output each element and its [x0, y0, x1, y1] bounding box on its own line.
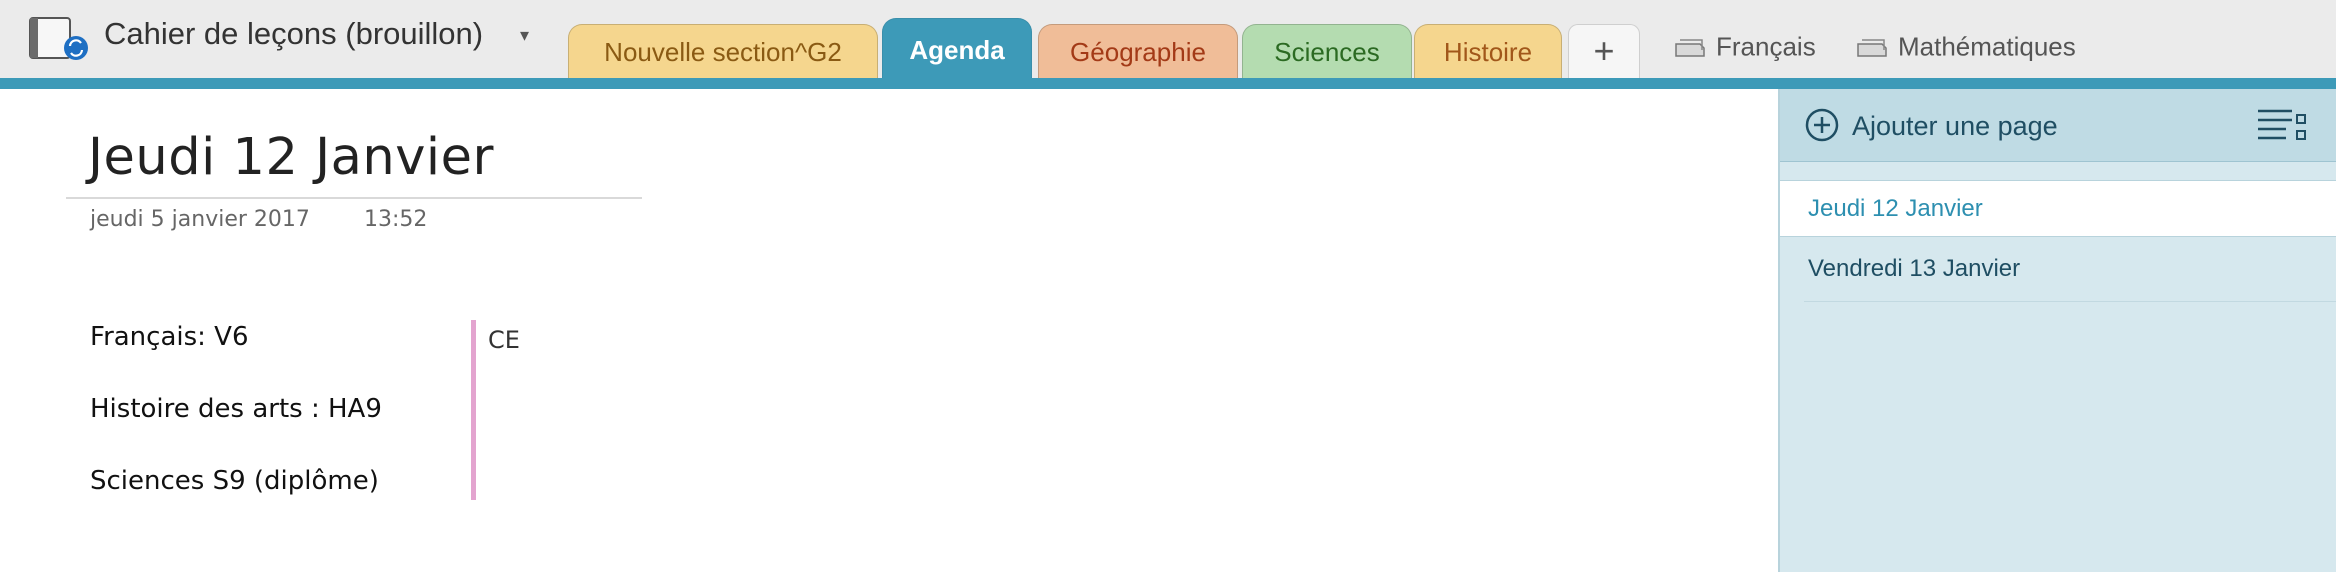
section-group-label: Français — [1716, 31, 1816, 62]
section-group-francais[interactable]: Français — [1672, 30, 1816, 70]
page-list-header: Ajouter une page — [1780, 89, 2336, 162]
page-list-divider — [1804, 301, 2336, 302]
tab-sciences[interactable]: Sciences — [1242, 24, 1412, 82]
tab-agenda[interactable]: Agenda — [882, 18, 1032, 82]
page-title[interactable]: Jeudi 12 Janvier — [88, 128, 494, 187]
note-line-sciences[interactable]: Sciences S9 (diplôme) — [90, 466, 379, 496]
section-group-label: Mathématiques — [1898, 31, 2076, 62]
page-list-item-jeudi[interactable]: Jeudi 12 Janvier — [1780, 181, 2336, 237]
title-divider — [66, 197, 642, 199]
page-date: jeudi 5 janvier 2017 — [90, 207, 310, 232]
notebook-title[interactable]: Cahier de leçons (brouillon) — [104, 16, 483, 52]
notebook-sync-icon[interactable] — [28, 16, 94, 64]
note-line-francais[interactable]: Français: V6 — [90, 322, 249, 352]
tab-histoire[interactable]: Histoire — [1414, 24, 1562, 82]
chevron-down-icon[interactable]: ▾ — [520, 25, 529, 46]
tab-geographie[interactable]: Géographie — [1038, 24, 1238, 82]
section-group-icon — [1857, 39, 1887, 57]
note-side-text[interactable]: CE — [488, 326, 520, 354]
section-group-icon — [1675, 39, 1705, 57]
add-page-button[interactable]: Ajouter une page — [1852, 111, 2058, 142]
top-bar: Cahier de leçons (brouillon) ▾ Nouvelle … — [0, 0, 2336, 82]
add-section-button[interactable]: + — [1568, 24, 1640, 80]
page-time: 13:52 — [364, 207, 428, 232]
page-list-panel: Ajouter une page Jeudi 12 Janvier Vendre… — [1778, 89, 2336, 572]
tab-nouvelle-section[interactable]: Nouvelle section^G2 — [568, 24, 878, 82]
page-list-item-vendredi[interactable]: Vendredi 13 Janvier — [1780, 241, 2336, 297]
table-column-divider — [471, 320, 476, 500]
list-view-icon[interactable] — [2256, 107, 2308, 143]
add-page-icon[interactable] — [1804, 107, 1840, 143]
page-list-spacer — [1780, 162, 2336, 181]
section-color-stripe — [0, 78, 2336, 89]
note-line-histoire-des-arts[interactable]: Histoire des arts : HA9 — [90, 394, 382, 424]
section-group-mathematiques[interactable]: Mathématiques — [1854, 30, 2076, 70]
